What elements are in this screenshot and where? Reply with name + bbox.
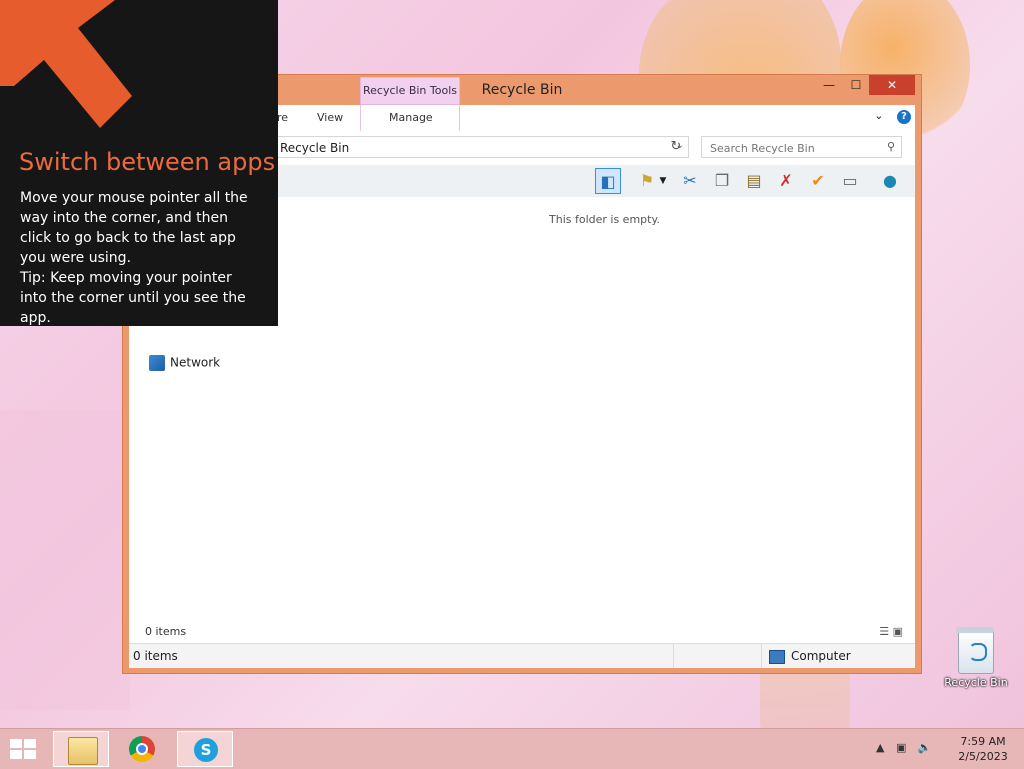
cut-icon[interactable]: ✂ [677,168,703,194]
search-input[interactable] [708,138,882,158]
taskbar-skype[interactable]: S [177,731,233,767]
globe-icon[interactable]: ● [877,168,903,194]
switch-apps-hint: Switch between apps Move your mouse poin… [0,0,278,326]
hint-title: Switch between apps [19,148,276,176]
refresh-button[interactable]: ↻ [663,136,689,158]
view-switcher: ☰ ▣ [879,625,903,638]
ribbon-collapse-icon[interactable]: ⌄ [874,109,883,122]
large-icons-view-icon[interactable]: ▣ [893,625,903,638]
clock-date: 2/5/2023 [958,750,1008,763]
start-button[interactable] [10,739,38,761]
nav-item-network[interactable]: Network [149,355,220,371]
status-location-label: Computer [791,649,851,663]
status-location: Computer [769,649,851,664]
volume-icon[interactable]: 🔈 [918,741,932,754]
network-status-icon[interactable]: ▣ [896,741,906,754]
clock[interactable]: 7:59 AM 2/5/2023 [955,734,1011,764]
status-bar: 0 items Computer [129,643,915,668]
tab-share[interactable]: re [277,111,288,124]
skype-icon: S [194,738,218,762]
folder-icon [68,737,98,765]
minimize-button[interactable]: — [816,75,842,95]
address-path: Recycle Bin [280,141,350,155]
dropdown-icon[interactable]: ▼ [656,168,670,194]
chrome-icon [129,736,155,762]
corner-arrow-icon [0,0,132,128]
help-icon[interactable]: ? [897,110,911,124]
taskbar: S ▲ ▣ 🔈 7:59 AM 2/5/2023 [0,728,1024,769]
rename-icon[interactable]: ▭ [837,168,863,194]
computer-icon [769,649,785,664]
taskbar-chrome[interactable] [115,731,171,767]
empty-folder-message: This folder is empty. [549,213,660,226]
item-count: 0 items [145,625,187,638]
network-icon [149,355,165,371]
recycle-bin-icon [956,627,994,674]
preview-pane-icon[interactable]: ◧ [595,168,621,194]
clock-time: 7:59 AM [960,735,1006,748]
nav-item-label: Network [170,355,221,370]
show-hidden-icons-icon[interactable]: ▲ [876,741,884,754]
hint-body: Move your mouse pointer all the way into… [20,190,248,266]
search-icon[interactable]: ⚲ [887,140,895,153]
system-tray: ▲ ▣ 🔈 [876,741,940,754]
tab-view[interactable]: View [317,111,343,124]
checkmark-icon[interactable]: ✔ [805,168,831,194]
close-button[interactable]: ✕ [869,75,915,95]
status-divider [673,644,674,668]
ribbon-controls: ⌄ ? [874,109,911,124]
details-view-icon[interactable]: ☰ [879,625,889,638]
tab-manage[interactable]: Manage [389,111,433,124]
copy-icon[interactable]: ❐ [709,168,735,194]
search-box[interactable]: ⚲ [701,136,902,158]
desktop-icon-recycle-bin[interactable]: Recycle Bin [938,627,1014,689]
maximize-button[interactable]: ☐ [843,75,869,95]
status-divider [761,644,762,668]
desktop-icon-label: Recycle Bin [944,676,1008,689]
paste-icon[interactable]: ▤ [741,168,767,194]
hint-tip: Tip: Keep moving your pointer into the c… [20,270,246,326]
delete-icon[interactable]: ✗ [773,168,799,194]
status-item-count: 0 items [133,649,178,663]
taskbar-file-explorer[interactable] [53,731,109,767]
wallpaper-shape [0,410,130,710]
